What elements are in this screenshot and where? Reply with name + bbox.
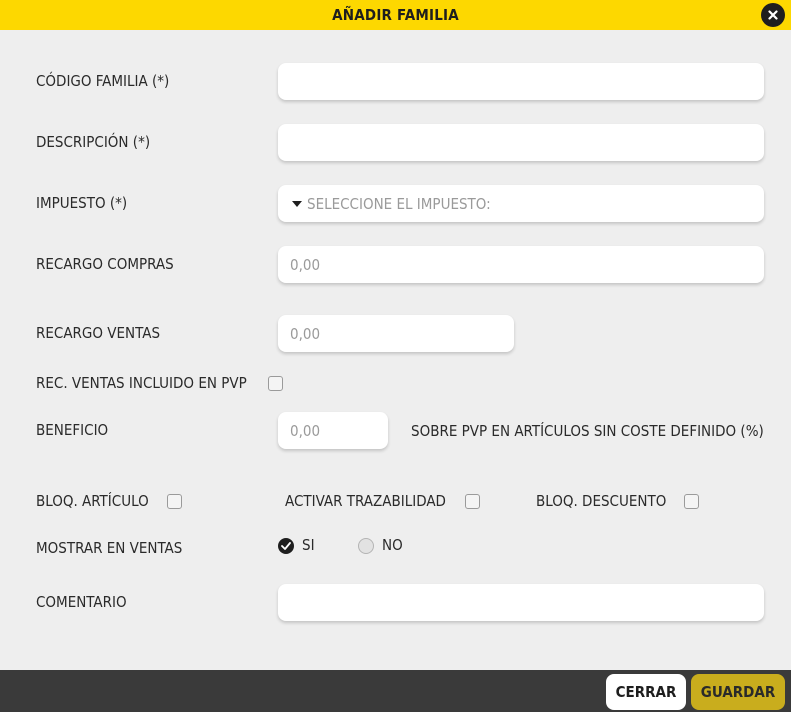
beneficio-note: SOBRE PVP EN ARTÍCULOS SIN COSTE DEFINID… — [411, 422, 764, 440]
guardar-button[interactable]: GUARDAR — [691, 674, 785, 710]
recargo-compras-label: RECARGO COMPRAS — [36, 255, 174, 273]
activar-trazabilidad-checkbox[interactable] — [465, 494, 480, 509]
mostrar-ventas-no-radio[interactable] — [358, 538, 374, 554]
descripcion-input[interactable] — [278, 124, 764, 161]
dialog-title: AÑADIR FAMILIA — [332, 6, 459, 24]
beneficio-input[interactable] — [278, 412, 388, 449]
codigo-familia-label: CÓDIGO FAMILIA (*) — [36, 72, 170, 90]
close-button[interactable] — [761, 3, 785, 27]
rec-ventas-pvp-checkbox[interactable] — [268, 376, 283, 391]
recargo-ventas-input[interactable] — [278, 315, 514, 352]
mostrar-ventas-no-label: NO — [382, 536, 403, 554]
bloq-articulo-checkbox[interactable] — [167, 494, 182, 509]
check-icon — [281, 542, 291, 550]
recargo-compras-input[interactable] — [278, 246, 764, 283]
descripcion-label: DESCRIPCIÓN (*) — [36, 133, 151, 151]
recargo-ventas-label: RECARGO VENTAS — [36, 324, 161, 342]
bloq-descuento-checkbox[interactable] — [684, 494, 699, 509]
close-icon — [768, 10, 778, 20]
beneficio-label: BENEFICIO — [36, 421, 109, 439]
cerrar-button[interactable]: CERRAR — [606, 674, 686, 710]
bloq-articulo-label: BLOQ. ARTÍCULO — [36, 492, 149, 510]
impuesto-select[interactable]: SELECCIONE EL IMPUESTO: — [278, 185, 764, 222]
mostrar-ventas-si-radio[interactable] — [278, 538, 294, 554]
comentario-input[interactable] — [278, 584, 764, 621]
impuesto-placeholder: SELECCIONE EL IMPUESTO: — [307, 194, 491, 213]
caret-down-icon — [292, 200, 302, 207]
mostrar-ventas-label: MOSTRAR EN VENTAS — [36, 539, 183, 557]
activar-trazabilidad-label: ACTIVAR TRAZABILIDAD — [285, 492, 446, 510]
impuesto-label: IMPUESTO (*) — [36, 194, 128, 212]
comentario-label: COMENTARIO — [36, 593, 127, 611]
rec-ventas-pvp-label: REC. VENTAS INCLUIDO EN PVP — [36, 374, 247, 392]
bloq-descuento-label: BLOQ. DESCUENTO — [536, 492, 667, 510]
codigo-familia-input[interactable] — [278, 63, 764, 100]
dialog-titlebar: AÑADIR FAMILIA — [0, 0, 791, 30]
mostrar-ventas-si-label: SI — [302, 536, 315, 554]
